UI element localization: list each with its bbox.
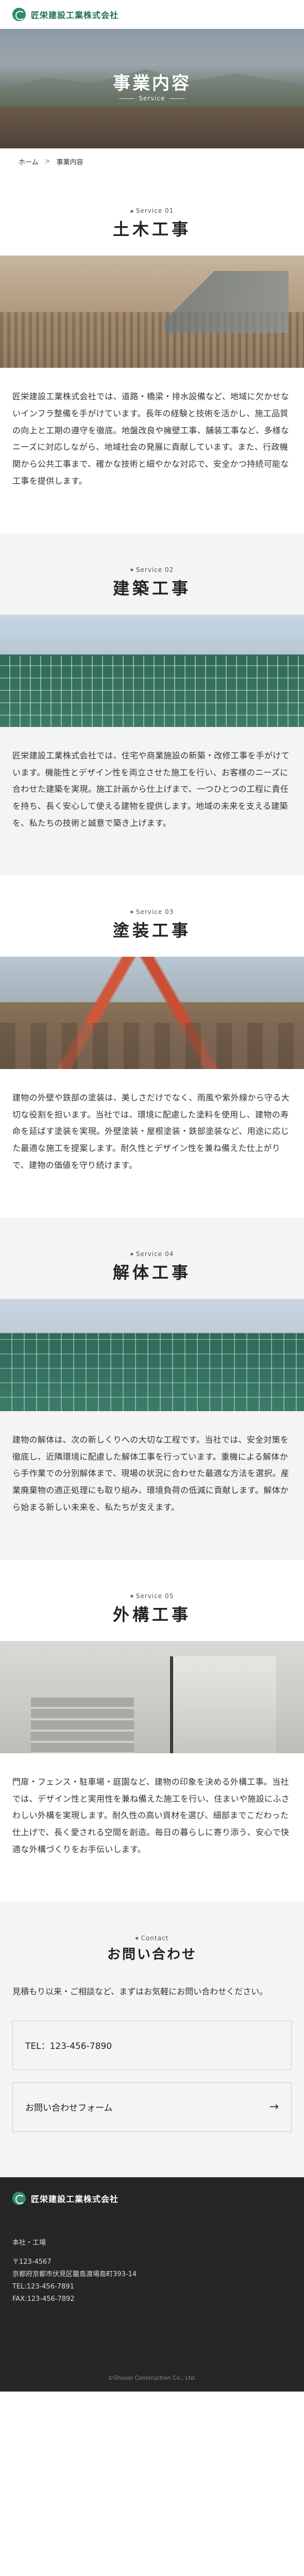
service-section-civil: Service 01 土木工事 匠栄建設工業株式会社では、道路・橋梁・排水設備な… — [0, 174, 304, 533]
phone-number: TEL：123-456-7890 — [25, 2041, 112, 2052]
hero-ground-graphic — [0, 107, 304, 148]
contact-description: 見積もり以来・ご相談など、まずはお気軽にお問い合わせください。 — [12, 1986, 268, 1996]
contact-form-button[interactable]: お問い合わせフォーム → — [12, 2082, 292, 2132]
contact-section: Contact お問い合わせ 見積もり以来・ご相談など、まずはお気軽にお問い合わ… — [0, 1901, 304, 2177]
footer-tel: TEL:123-456-7891 — [12, 2282, 74, 2291]
contact-title: お問い合わせ — [107, 1946, 197, 1962]
service-title: 建築工事 — [112, 578, 191, 598]
service-section-building: Service 02 建築工事 匠栄建設工業株式会社では、住宅や商業施設の新築・… — [0, 533, 304, 875]
footer-logo[interactable]: 匠栄建設工業株式会社 — [12, 2191, 292, 2205]
footer-company-name: 匠栄建設工業株式会社 — [31, 2194, 119, 2204]
breadcrumb-current: 事業内容 — [56, 158, 83, 166]
service-title: 土木工事 — [112, 219, 191, 239]
service-section-painting: Service 03 塗装工事 建物の外壁や鉄部の塗装は、美しさだけでなく、雨風… — [0, 875, 304, 1217]
page-subtitle: Service — [0, 95, 304, 102]
breadcrumb-home-link[interactable]: ホーム — [19, 157, 39, 166]
building-construction-photo — [0, 614, 304, 727]
service-title: 外構工事 — [112, 1604, 191, 1624]
phone-link[interactable]: TEL：123-456-7890 — [12, 2020, 292, 2070]
demolition-work-photo — [0, 1298, 304, 1411]
service-header: Service 02 建築工事 — [0, 533, 304, 599]
service-header: Service 04 解体工事 — [0, 1217, 304, 1283]
contact-form-label: お問い合わせフォーム — [25, 2103, 113, 2114]
office-info: 〒123-4567 京都府京都市伏見区籠島渡場島町393-14 TEL:123-… — [12, 2256, 292, 2306]
arrow-right-icon: → — [269, 2100, 279, 2114]
service-description: 門扉・フェンス・駐車場・庭園など、建物の印象を決める外構工事。当社では、デザイン… — [12, 1776, 290, 1854]
hero-banner: 事業内容 Service — [0, 29, 304, 148]
office-heading: 本社・工場 — [12, 2239, 46, 2247]
service-section-demolition: Service 04 解体工事 建物の解体は、次の新しくりへの大切な工程です。当… — [0, 1217, 304, 1560]
service-header: Service 05 外構工事 — [0, 1560, 304, 1625]
service-label: Service 04 — [0, 1250, 304, 1258]
service-section-exterior: Service 05 外構工事 門扉・フェンス・駐車場・庭園など、建物の印象を決… — [0, 1560, 304, 1902]
breadcrumb: ホーム > 事業内容 — [0, 148, 304, 174]
service-label: Service 05 — [0, 1592, 304, 1600]
exterior-work-photo — [0, 1640, 304, 1753]
service-description: 建物の外壁や鉄部の塗装は、美しさだけでなく、雨風や紫外線から守る大切な役割を担い… — [12, 1092, 290, 1170]
footer-fax: FAX:123-456-7892 — [12, 2295, 75, 2303]
copyright: ©Shouei Construction Co., Ltd. — [108, 2374, 196, 2381]
service-header: Service 01 土木工事 — [0, 174, 304, 240]
service-label: Service 02 — [0, 566, 304, 573]
painting-work-photo — [0, 956, 304, 1069]
address: 京都府京都市伏見区籠島渡場島町393-14 — [12, 2270, 137, 2278]
service-description: 建物の解体は、次の新しくりへの大切な工程です。当社では、安全対策を徹底し、近隣環… — [12, 1434, 290, 1512]
site-footer: 匠栄建設工業株式会社 本社・工場 〒123-4567 京都府京都市伏見区籠島渡場… — [0, 2177, 304, 2392]
civil-engineering-photo — [0, 256, 304, 368]
company-logo-icon — [12, 2191, 26, 2205]
service-title: 塗装工事 — [112, 920, 191, 940]
service-description: 匠栄建設工業株式会社では、住宅や商業施設の新築・改修工事を手がけています。機能性… — [12, 750, 290, 828]
service-label: Service 01 — [0, 207, 304, 214]
company-name: 匠栄建設工業株式会社 — [31, 10, 119, 20]
site-logo[interactable]: 匠栄建設工業株式会社 — [12, 8, 119, 21]
service-label: Service 03 — [0, 908, 304, 916]
page-title: 事業内容 — [113, 73, 191, 94]
service-header: Service 03 塗装工事 — [0, 875, 304, 941]
site-header: 匠栄建設工業株式会社 — [0, 0, 304, 29]
service-title: 解体工事 — [112, 1262, 191, 1282]
postal-code: 〒123-4567 — [12, 2258, 52, 2266]
company-logo-icon — [12, 8, 26, 21]
contact-header: Contact お問い合わせ — [12, 1935, 292, 1963]
contact-label: Contact — [12, 1935, 292, 1942]
service-description: 匠栄建設工業株式会社では、道路・橋梁・排水設備など、地域に欠かせないインフラ整備… — [12, 392, 290, 486]
chevron-right-icon: > — [44, 157, 50, 165]
